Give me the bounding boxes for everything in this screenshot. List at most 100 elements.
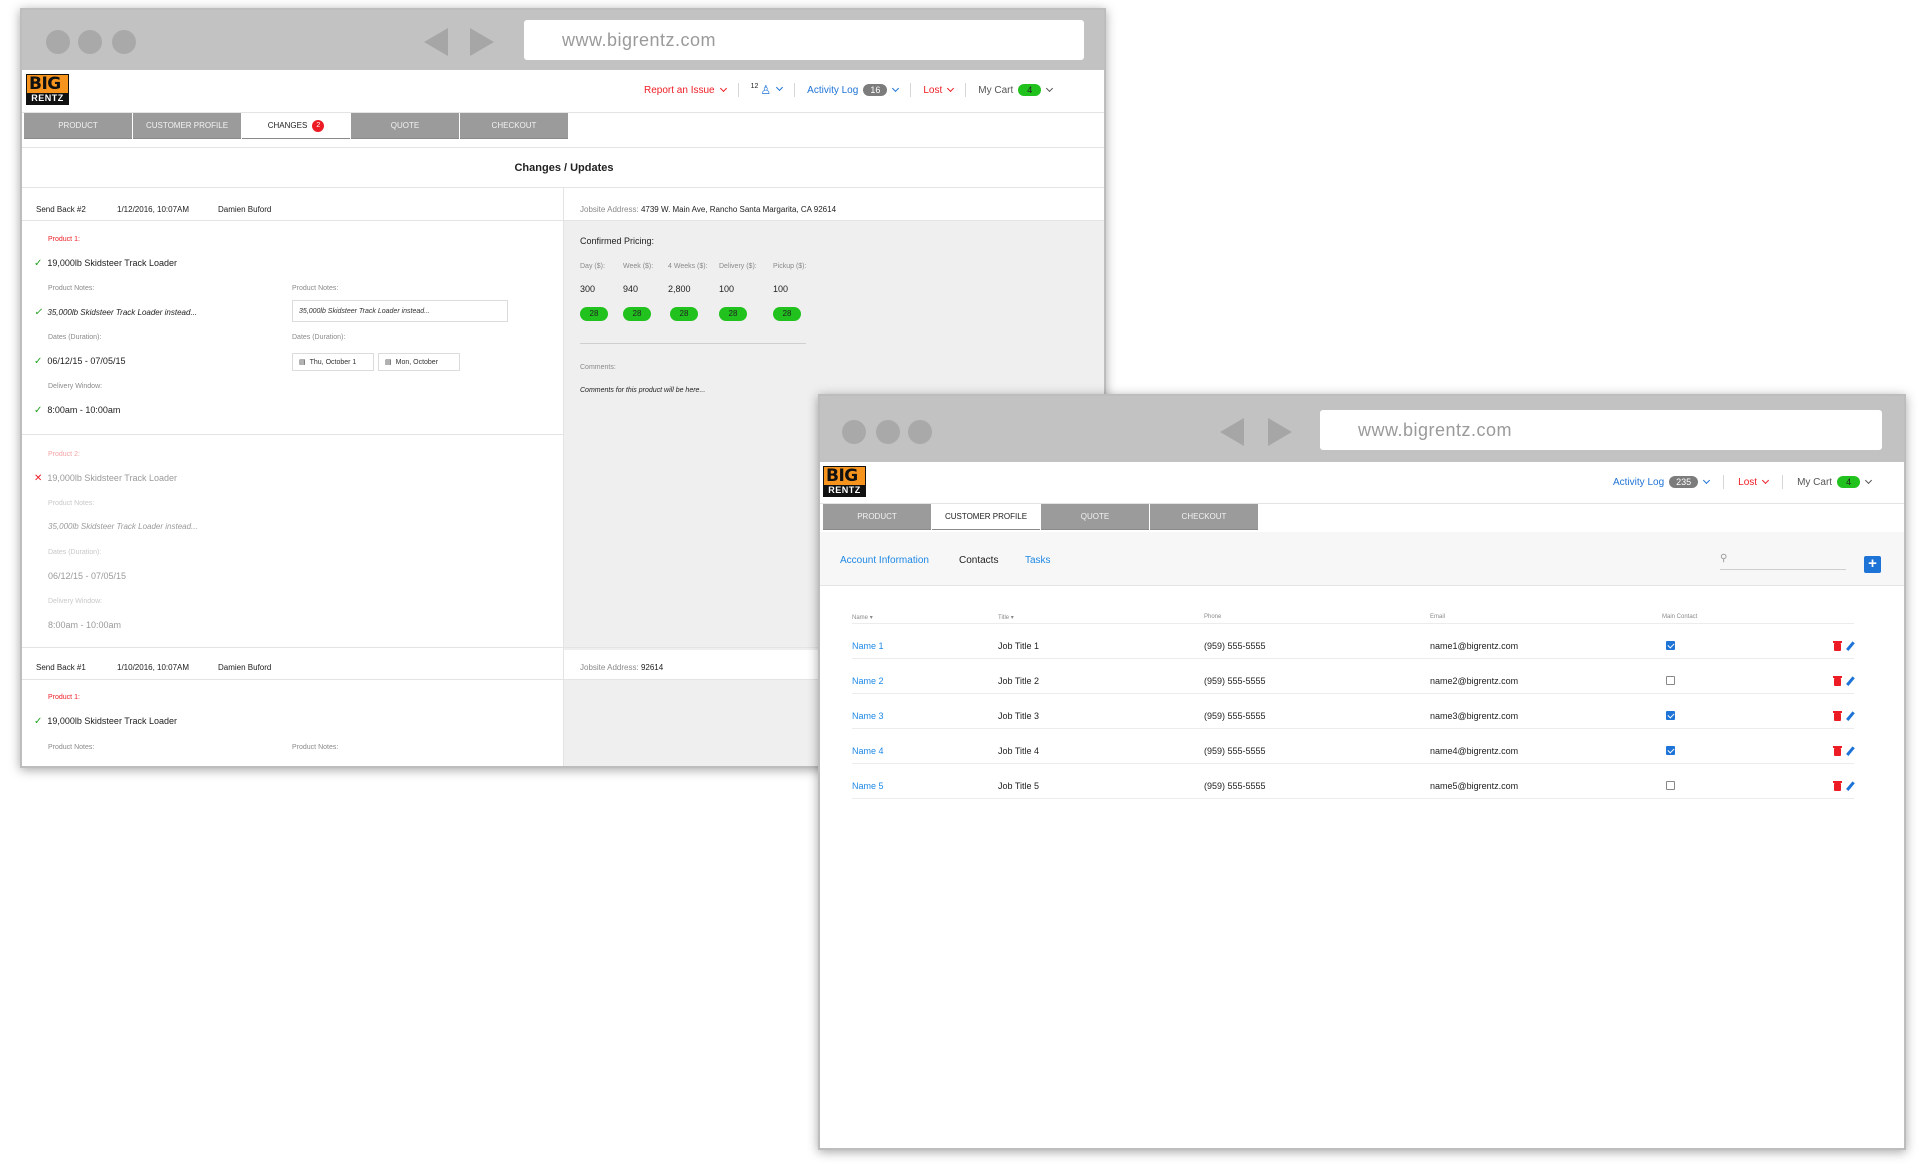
tab-checkout[interactable]: CHECKOUT xyxy=(1150,504,1258,530)
pricing-header-delivery: Delivery ($): xyxy=(719,263,757,270)
contact-name-link[interactable]: Name 4 xyxy=(852,746,884,756)
address-bar[interactable]: www.bigrentz.com xyxy=(524,20,1084,60)
subtab-tasks[interactable]: Tasks xyxy=(1025,555,1051,566)
window-close-dot[interactable] xyxy=(46,30,70,54)
product-name-text: 19,000lb Skidsteer Track Loader xyxy=(47,716,177,726)
start-date-text: Thu, October 1 xyxy=(309,358,357,366)
tab-changes[interactable]: CHANGES 2 xyxy=(242,113,350,139)
pencil-icon[interactable] xyxy=(1846,746,1855,756)
product-name-text: 19,000lb Skidsteer Track Loader xyxy=(47,473,177,483)
subtab-account-information[interactable]: Account Information xyxy=(840,555,929,566)
contact-name-link[interactable]: Name 3 xyxy=(852,711,884,721)
trash-icon[interactable] xyxy=(1833,781,1842,791)
back-arrow-icon[interactable] xyxy=(424,28,448,56)
end-date-input[interactable]: ▤ Mon, October xyxy=(378,353,460,371)
column-divider xyxy=(563,188,564,766)
close-icon: ✕ xyxy=(34,473,43,484)
contact-email: name5@bigrentz.com xyxy=(1430,781,1519,791)
tab-label: CHECKOUT xyxy=(1181,512,1227,521)
forward-arrow-icon[interactable] xyxy=(1268,418,1292,446)
subtab-contacts[interactable]: Contacts xyxy=(959,555,998,566)
tab-checkout[interactable]: CHECKOUT xyxy=(460,113,568,139)
main-contact-checkbox[interactable] xyxy=(1666,641,1675,650)
user-menu[interactable]: 12 ♙ xyxy=(751,83,784,97)
tab-customer-profile[interactable]: CUSTOMER PROFILE xyxy=(133,113,241,139)
main-contact-checkbox[interactable] xyxy=(1666,781,1675,790)
column-header-name[interactable]: Name ▾ xyxy=(852,614,873,621)
send-back-2-label: Send Back #2 xyxy=(36,205,86,214)
contact-name-link[interactable]: Name 1 xyxy=(852,641,884,651)
check-icon: ✓ xyxy=(34,258,43,269)
main-contact-checkbox[interactable] xyxy=(1666,746,1675,755)
tab-product[interactable]: PRODUCT xyxy=(823,504,931,530)
window-minimize-dot[interactable] xyxy=(876,420,900,444)
product-name-text: 19,000lb Skidsteer Track Loader xyxy=(47,258,177,268)
product-notes-input[interactable]: 35,000lb Skidsteer Track Loader instead.… xyxy=(292,300,508,322)
report-issue-link[interactable]: Report an Issue xyxy=(644,84,727,96)
cart-label: My Cart xyxy=(1797,476,1833,488)
send-back-1-date: 1/10/2016, 10:07AM xyxy=(117,663,190,672)
table-row: Name 4 Job Title 4 (959) 555-5555 name4@… xyxy=(852,746,1855,764)
window-zoom-dot[interactable] xyxy=(112,30,136,54)
chevron-down-icon xyxy=(1865,476,1873,484)
back-arrow-icon[interactable] xyxy=(1220,418,1244,446)
sort-down-icon: ▾ xyxy=(869,615,873,621)
window-zoom-dot[interactable] xyxy=(908,420,932,444)
pencil-icon[interactable] xyxy=(1846,781,1855,791)
column-header-title[interactable]: Title ▾ xyxy=(998,614,1014,621)
my-cart-menu[interactable]: My Cart 4 xyxy=(978,84,1054,96)
search-input[interactable]: ⚲ xyxy=(1720,553,1846,570)
bigrentz-logo[interactable]: BIG RENTZ xyxy=(823,466,866,497)
trash-icon[interactable] xyxy=(1833,641,1842,651)
contact-name-link[interactable]: Name 5 xyxy=(852,781,884,791)
notes-value-text: 35,000lb Skidsteer Track Loader instead.… xyxy=(47,308,198,317)
main-contact-checkbox[interactable] xyxy=(1666,676,1675,685)
top-nav: Report an Issue 12 ♙ Activity Log 16 Lost… xyxy=(644,83,1054,97)
activity-log-menu[interactable]: Activity Log 16 xyxy=(807,84,900,96)
dates-value-text: 06/12/15 - 07/05/15 xyxy=(47,356,126,366)
trash-icon[interactable] xyxy=(1833,676,1842,686)
activity-log-label: Activity Log xyxy=(1613,476,1665,488)
lost-label: Lost xyxy=(1738,476,1758,488)
bigrentz-logo[interactable]: BIG RENTZ xyxy=(26,74,69,105)
tab-quote[interactable]: QUOTE xyxy=(1041,504,1149,530)
lost-menu[interactable]: Lost xyxy=(1738,476,1770,488)
tab-quote[interactable]: QUOTE xyxy=(351,113,459,139)
main-contact-checkbox[interactable] xyxy=(1666,711,1675,720)
address-bar[interactable]: www.bigrentz.com xyxy=(1320,410,1882,450)
send-back-2-date: 1/12/2016, 10:07AM xyxy=(117,205,190,214)
trash-icon[interactable] xyxy=(1833,746,1842,756)
window-minimize-dot[interactable] xyxy=(78,30,102,54)
pencil-icon[interactable] xyxy=(1846,641,1855,651)
tab-product[interactable]: PRODUCT xyxy=(24,113,132,139)
trash-icon[interactable] xyxy=(1833,711,1842,721)
browser-toolbar: www.bigrentz.com xyxy=(820,396,1904,462)
delivery-value-text: 8:00am - 10:00am xyxy=(47,405,121,415)
sb1-notes-label: Product Notes: xyxy=(48,744,95,751)
lost-label: Lost xyxy=(923,84,943,96)
activity-log-count: 16 xyxy=(863,84,888,96)
pricing-header-week: Week ($): xyxy=(623,263,654,270)
table-row: Name 3 Job Title 3 (959) 555-5555 name3@… xyxy=(852,711,1855,729)
window-close-dot[interactable] xyxy=(842,420,866,444)
activity-log-menu[interactable]: Activity Log 235 xyxy=(1613,476,1711,488)
pencil-icon[interactable] xyxy=(1846,676,1855,686)
contact-email: name4@bigrentz.com xyxy=(1430,746,1519,756)
contact-phone: (959) 555-5555 xyxy=(1204,641,1266,651)
tab-customer-profile[interactable]: CUSTOMER PROFILE xyxy=(932,504,1040,530)
contact-name-link[interactable]: Name 2 xyxy=(852,676,884,686)
start-date-input[interactable]: ▤ Thu, October 1 xyxy=(292,353,374,371)
tabs-divider xyxy=(22,147,1104,148)
pricing-value-delivery: 100 xyxy=(719,284,735,294)
contact-phone: (959) 555-5555 xyxy=(1204,781,1266,791)
my-cart-menu[interactable]: My Cart 4 xyxy=(1797,476,1873,488)
person-icon: ♙ xyxy=(760,83,772,97)
logo-text-big: BIG xyxy=(29,74,61,94)
forward-arrow-icon[interactable] xyxy=(470,28,494,56)
tab-label: PRODUCT xyxy=(857,512,897,521)
pencil-icon[interactable] xyxy=(1846,711,1855,721)
pricing-title: Confirmed Pricing: xyxy=(580,236,655,246)
lost-menu[interactable]: Lost xyxy=(923,84,955,96)
contact-phone: (959) 555-5555 xyxy=(1204,746,1266,756)
add-contact-button[interactable]: + xyxy=(1864,556,1881,573)
